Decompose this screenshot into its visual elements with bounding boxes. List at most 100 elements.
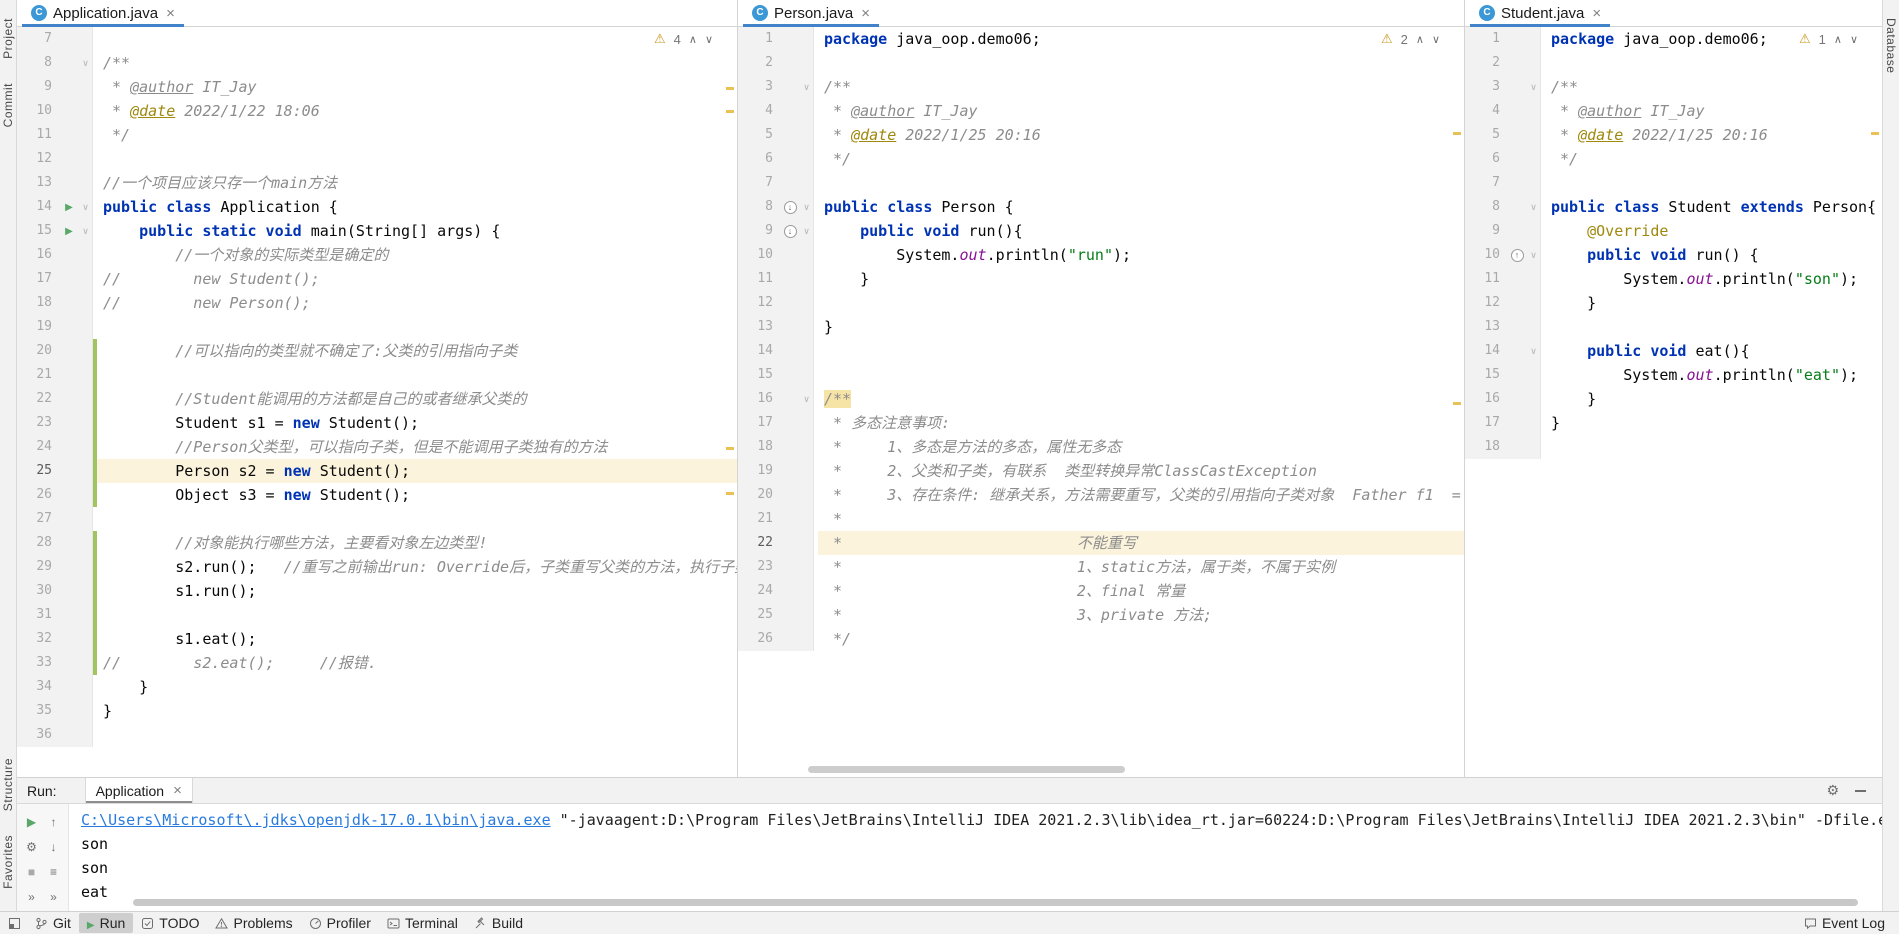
tab-application-java[interactable]: Application.java — [22, 0, 184, 27]
toolwindow-switcher-icon[interactable] — [2, 917, 27, 930]
code-line-16[interactable]: 16 //一个对象的实际类型是确定的 — [17, 243, 737, 267]
line-number[interactable]: 11 — [738, 267, 780, 291]
line-number[interactable]: 15 — [738, 363, 780, 387]
next-warning-icon[interactable] — [705, 33, 713, 46]
line-number[interactable]: 16 — [1465, 387, 1507, 411]
line-number[interactable]: 5 — [738, 123, 780, 147]
code-line-11[interactable]: 11 System.out.println("son"); — [1465, 267, 1882, 291]
code-line-10[interactable]: 10 * @date 2022/1/22 18:06 — [17, 99, 737, 123]
code-line-36[interactable]: 36 — [17, 723, 737, 747]
horizontal-scrollbar[interactable] — [808, 766, 1125, 773]
run-line-icon[interactable] — [65, 194, 73, 220]
code-line-8[interactable]: 8 /** — [17, 51, 737, 75]
tool-button-commit[interactable]: Commit — [1, 83, 15, 127]
line-number[interactable]: 27 — [17, 507, 59, 531]
tool-button-structure[interactable]: Structure — [1, 758, 15, 811]
code-line-35[interactable]: 35} — [17, 699, 737, 723]
code-line-6[interactable]: 6 */ — [1465, 147, 1882, 171]
fold-marker-icon[interactable] — [800, 387, 814, 411]
line-number[interactable]: 7 — [738, 171, 780, 195]
line-number[interactable]: 14 — [738, 339, 780, 363]
stop-button[interactable] — [21, 859, 43, 884]
line-number[interactable]: 17 — [17, 267, 59, 291]
console-path-link[interactable]: C:\Users\Microsoft\.jdks\openjdk-17.0.1\… — [81, 811, 551, 829]
stripe-warning-mark[interactable] — [1871, 132, 1879, 135]
inspection-widget[interactable]: 2 — [1376, 30, 1444, 48]
close-icon[interactable] — [173, 783, 182, 798]
line-number[interactable]: 11 — [17, 123, 59, 147]
hide-icon[interactable] — [1855, 789, 1866, 792]
tool-button-favorites[interactable]: Favorites — [1, 835, 15, 889]
line-number[interactable]: 16 — [17, 243, 59, 267]
code-line-18[interactable]: 18 * 1、多态是方法的多态，属性无多态 — [738, 435, 1464, 459]
code-line-22[interactable]: 22 * 不能重写 — [738, 531, 1464, 555]
next-warning-icon[interactable] — [1850, 33, 1858, 46]
code-line-23[interactable]: 23 * 1、static方法，属于类，不属于实例 — [738, 555, 1464, 579]
code-line-21[interactable]: 21 * — [738, 507, 1464, 531]
fold-marker-icon[interactable] — [79, 51, 93, 75]
line-number[interactable]: 6 — [738, 147, 780, 171]
line-number[interactable]: 19 — [17, 315, 59, 339]
line-number[interactable]: 10 — [738, 243, 780, 267]
stripe-warning-mark[interactable] — [726, 87, 734, 90]
line-number[interactable]: 18 — [1465, 435, 1507, 459]
code-line-13[interactable]: 13} — [738, 315, 1464, 339]
toolwindow-button-profiler[interactable]: Profiler — [301, 913, 379, 933]
line-number[interactable]: 6 — [1465, 147, 1507, 171]
code-line-14[interactable]: 14 public void eat(){ — [1465, 339, 1882, 363]
more-options-icon[interactable] — [21, 884, 43, 909]
line-number[interactable]: 28 — [17, 531, 59, 555]
line-number[interactable]: 8 — [1465, 195, 1507, 219]
close-icon[interactable] — [1592, 6, 1601, 21]
tab-person-java[interactable]: Person.java — [743, 0, 879, 27]
code-line-17[interactable]: 17 // new Student(); — [17, 267, 737, 291]
next-warning-icon[interactable] — [1432, 33, 1440, 46]
code-line-9[interactable]: 9 public void run(){ — [738, 219, 1464, 243]
tab-student-java[interactable]: Student.java — [1470, 0, 1611, 27]
line-number[interactable]: 32 — [17, 627, 59, 651]
code-line-16[interactable]: 16 /** — [738, 387, 1464, 411]
run-tab-application[interactable]: Application — [84, 778, 193, 803]
line-number[interactable]: 9 — [17, 75, 59, 99]
stripe-warning-mark[interactable] — [1453, 132, 1461, 135]
tool-button-database[interactable]: Database — [1884, 18, 1898, 73]
line-number[interactable]: 11 — [1465, 267, 1507, 291]
line-number[interactable]: 13 — [738, 315, 780, 339]
line-number[interactable]: 25 — [738, 603, 780, 627]
code-line-2[interactable]: 2 — [1465, 51, 1882, 75]
code-line-27[interactable]: 27 — [17, 507, 737, 531]
code-line-30[interactable]: 30 s1.run(); — [17, 579, 737, 603]
line-number[interactable]: 12 — [17, 147, 59, 171]
line-number[interactable]: 14 — [1465, 339, 1507, 363]
code-line-11[interactable]: 11 */ — [17, 123, 737, 147]
code-line-28[interactable]: 28 //对象能执行哪些方法，主要看对象左边类型! — [17, 531, 737, 555]
code-line-5[interactable]: 5 * @date 2022/1/25 20:16 — [1465, 123, 1882, 147]
code-line-4[interactable]: 4 * @author IT_Jay — [738, 99, 1464, 123]
code-line-18[interactable]: 18 // new Person(); — [17, 291, 737, 315]
line-number[interactable]: 9 — [738, 219, 780, 243]
line-number[interactable]: 26 — [738, 627, 780, 651]
line-number[interactable]: 9 — [1465, 219, 1507, 243]
code-line-34[interactable]: 34 } — [17, 675, 737, 699]
code-line-1[interactable]: 1 package java_oop.demo06; — [738, 27, 1464, 51]
toolwindow-button-git[interactable]: Git — [27, 913, 79, 933]
line-number[interactable]: 12 — [738, 291, 780, 315]
overriding-marker-icon[interactable] — [1510, 248, 1524, 262]
fold-marker-icon[interactable] — [1527, 339, 1541, 363]
code-line-17[interactable]: 17 * 多态注意事项: — [738, 411, 1464, 435]
code-line-19[interactable]: 19 — [17, 315, 737, 339]
stripe-warning-mark[interactable] — [726, 109, 734, 113]
tool-button-project[interactable]: Project — [1, 18, 15, 59]
fold-marker-icon[interactable] — [79, 195, 93, 219]
code-line-8[interactable]: 8 public class Person { — [738, 195, 1464, 219]
editor-area[interactable]: 78/**9 * @author IT_Jay10 * @date 2022/1… — [17, 27, 737, 777]
more-options-icon[interactable] — [43, 884, 65, 909]
line-number[interactable]: 20 — [738, 483, 780, 507]
overridden-marker-icon[interactable] — [783, 224, 797, 238]
line-number[interactable]: 26 — [17, 483, 59, 507]
line-number[interactable]: 17 — [1465, 411, 1507, 435]
code-line-25[interactable]: 25 Person s2 = new Student(); — [17, 459, 737, 483]
fold-marker-icon[interactable] — [800, 195, 814, 219]
stack-down-button[interactable] — [43, 834, 65, 859]
code-line-13[interactable]: 13 //一个项目应该只存一个main方法 — [17, 171, 737, 195]
